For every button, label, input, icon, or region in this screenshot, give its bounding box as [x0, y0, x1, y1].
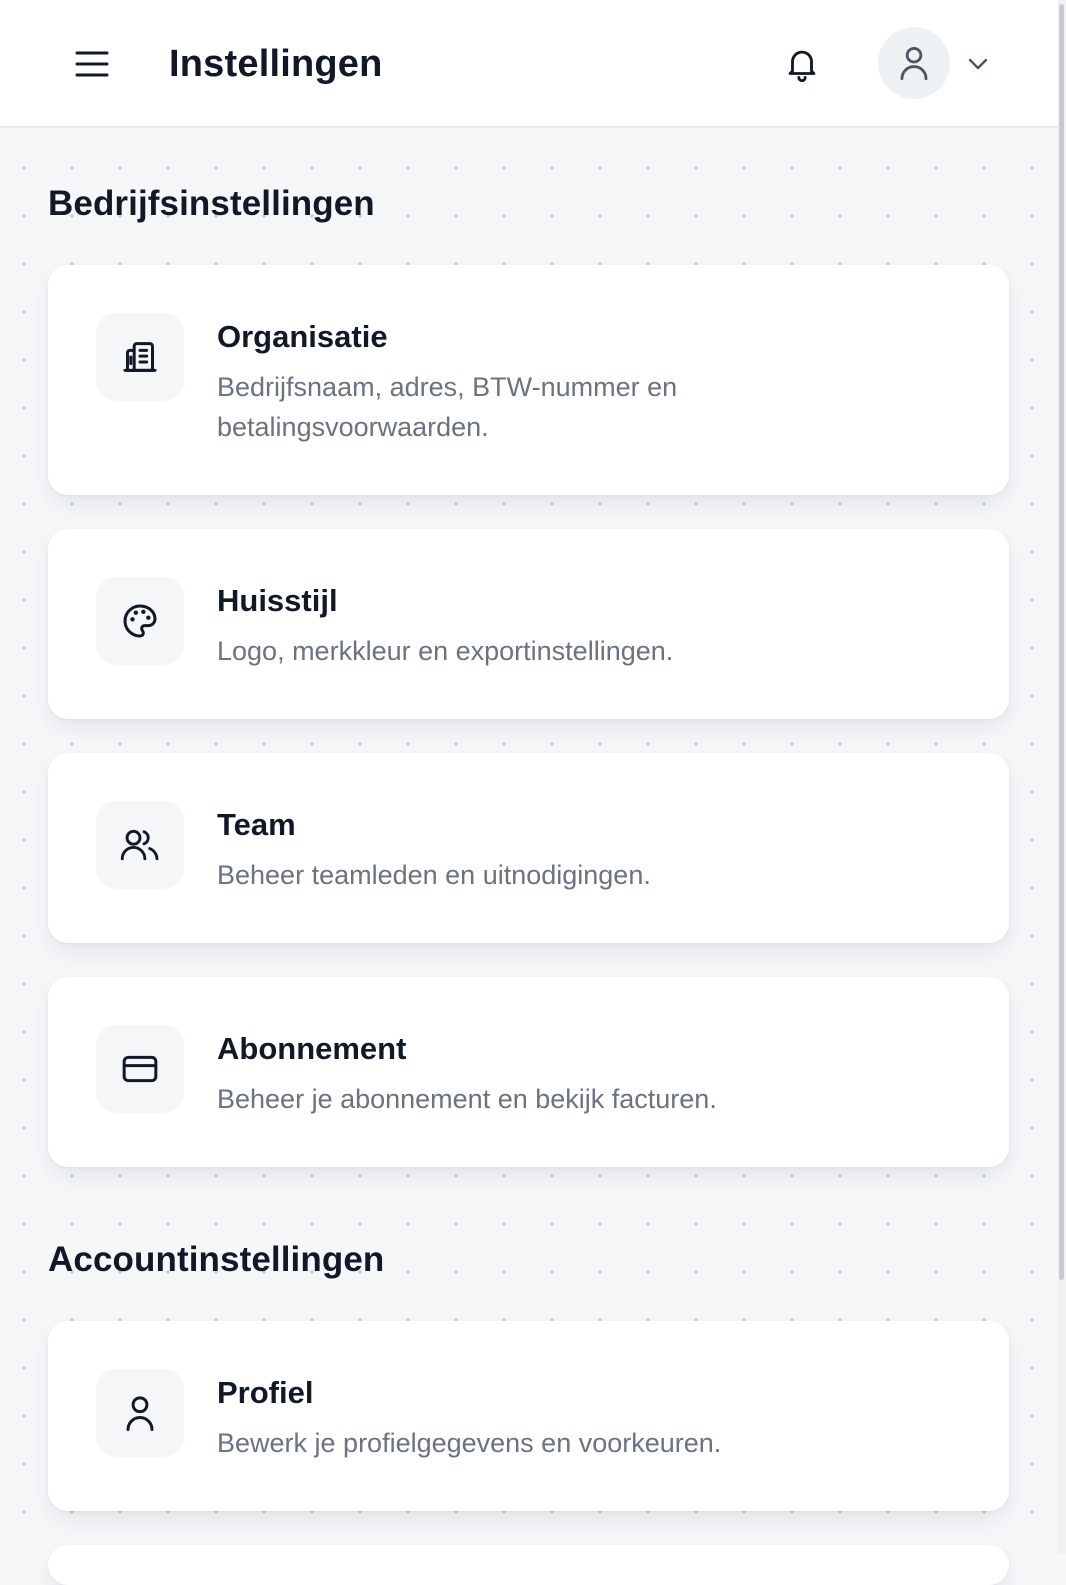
building-icon [123, 342, 157, 372]
top-bar: Instellingen [0, 0, 1058, 128]
card-description: Beheer je abonnement en bekijk facturen. [217, 1084, 717, 1114]
menu-button[interactable] [62, 34, 122, 94]
user-icon [126, 1396, 154, 1431]
settings-card-abonnement[interactable]: Abonnement Beheer je abonnement en bekij… [48, 977, 1009, 1167]
users-icon [120, 829, 159, 861]
credit-card-icon [122, 1055, 158, 1083]
palette-icon [123, 604, 157, 638]
scrollbar-thumb[interactable] [1059, 4, 1064, 1280]
card-icon-box [96, 313, 184, 401]
notifications-button[interactable] [772, 34, 832, 94]
scrollbar[interactable] [1058, 0, 1066, 1554]
section-title-company: Bedrijfsinstellingen [48, 184, 375, 223]
menu-icon [75, 51, 109, 77]
avatar[interactable] [878, 27, 950, 99]
card-icon-box [96, 801, 184, 889]
card-icon-box [96, 1369, 184, 1457]
bell-icon [788, 50, 816, 82]
page-title: Instellingen [169, 43, 383, 85]
chevron-down-icon [968, 58, 988, 70]
card-description: Bedrijfsnaam, adres, BTW-nummer en betal… [217, 372, 678, 442]
card-title: Profiel [217, 1375, 314, 1410]
card-title: Huisstijl [217, 583, 338, 618]
card-icon-box [96, 577, 184, 665]
card-title: Organisatie [217, 319, 388, 354]
settings-card-partial[interactable] [48, 1545, 1009, 1585]
settings-card-profiel[interactable]: Profiel Bewerk je profielgegevens en voo… [48, 1321, 1009, 1511]
section-title-account: Accountinstellingen [48, 1240, 385, 1279]
settings-card-organisatie[interactable]: Organisatie Bedrijfsnaam, adres, BTW-num… [48, 265, 1009, 495]
card-title: Abonnement [217, 1031, 407, 1066]
user-icon [900, 46, 928, 81]
settings-card-huisstijl[interactable]: Huisstijl Logo, merkkleur en exportinste… [48, 529, 1009, 719]
account-dropdown-button[interactable] [962, 48, 994, 80]
card-title: Team [217, 807, 296, 842]
card-description: Logo, merkkleur en exportinstellingen. [217, 636, 674, 666]
card-description: Bewerk je profielgegevens en voorkeuren. [217, 1428, 722, 1458]
settings-card-team[interactable]: Team Beheer teamleden en uitnodigingen. [48, 753, 1009, 943]
card-icon-box [96, 1025, 184, 1113]
card-description: Beheer teamleden en uitnodigingen. [217, 860, 651, 890]
